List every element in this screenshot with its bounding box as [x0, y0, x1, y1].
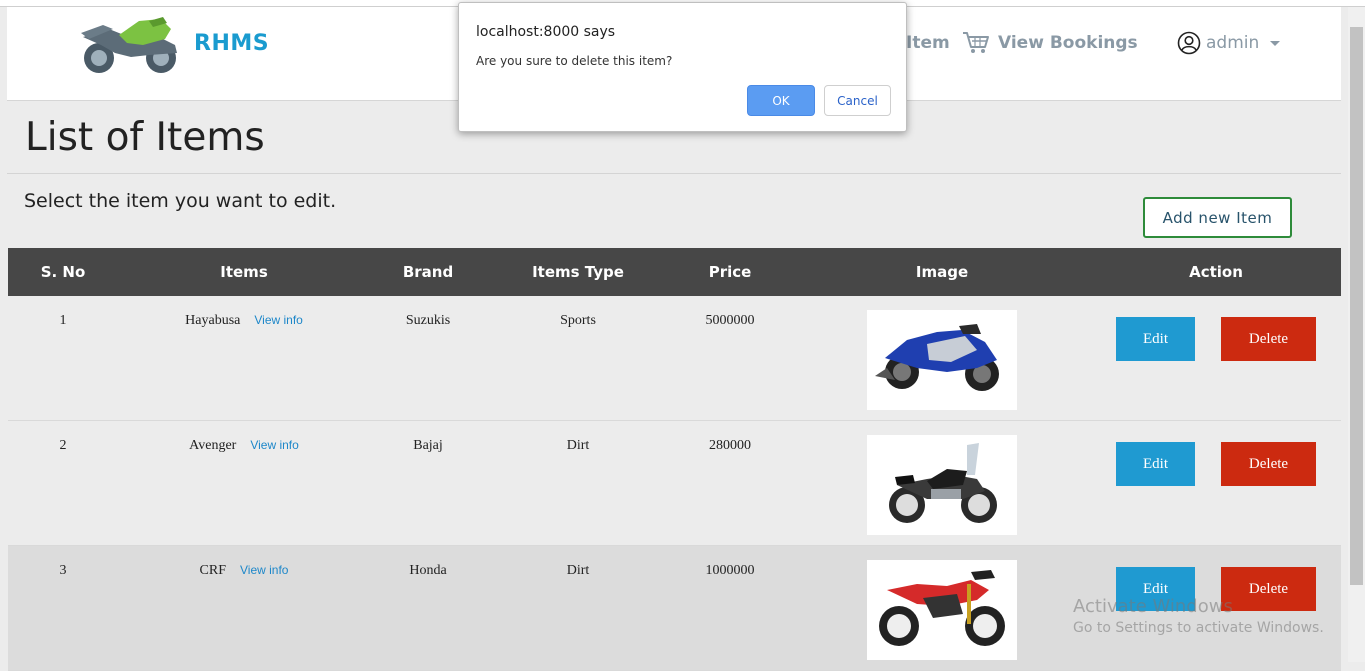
nav-item-partial[interactable]: Item [906, 33, 950, 53]
view-info-link[interactable]: View info [250, 438, 298, 452]
item-name: Avenger [189, 438, 237, 453]
brand-name[interactable]: RHMS [194, 31, 269, 56]
header-sno: S. No [40, 263, 86, 281]
cell-brand: Suzukis [405, 313, 451, 328]
windows-activation-watermark: Activate Windows Go to Settings to activ… [1073, 596, 1324, 636]
cell-brand: Honda [409, 563, 447, 578]
cell-price: 1000000 [705, 563, 755, 578]
cell-type: Dirt [566, 563, 590, 578]
header-items: Items [220, 263, 268, 281]
cell-item: Hayabusa View info [185, 313, 303, 329]
cell-brand: Bajaj [413, 438, 443, 453]
view-info-link[interactable]: View info [240, 563, 288, 577]
watermark-line1: Activate Windows [1073, 596, 1233, 617]
item-name: Hayabusa [185, 313, 241, 328]
header-price: Price [708, 263, 752, 281]
user-icon [1177, 31, 1201, 55]
delete-button[interactable]: Delete [1221, 317, 1316, 361]
cell-item: CRF View info [200, 563, 289, 579]
cart-icon [963, 32, 989, 53]
header-items-type: Items Type [532, 263, 624, 281]
scrollbar-thumb[interactable] [1350, 27, 1363, 585]
delete-button[interactable]: Delete [1221, 442, 1316, 486]
cell-sno: 1 [59, 313, 67, 328]
cell-price: 5000000 [705, 313, 755, 328]
cell-sno: 3 [59, 563, 67, 578]
cell-type: Sports [560, 313, 596, 328]
nav-view-bookings[interactable]: View Bookings [962, 31, 1138, 55]
divider [7, 173, 1341, 174]
user-name: admin [1206, 33, 1260, 53]
header-image: Image [915, 263, 969, 281]
user-menu[interactable]: admin [1177, 31, 1281, 55]
cell-item: Avenger View info [189, 438, 299, 454]
page-subtitle: Select the item you want to edit. [24, 190, 337, 212]
motorcycle-image [867, 310, 1017, 410]
header-action: Action [1189, 263, 1243, 281]
page-title: List of Items [25, 115, 265, 160]
cell-price: 280000 [709, 438, 751, 453]
cancel-button[interactable]: Cancel [824, 85, 891, 116]
watermark-line2: Go to Settings to activate Windows. [1073, 620, 1324, 636]
table-header: S. No Items Brand Items Type Price Image… [8, 248, 1341, 296]
add-new-item-button[interactable]: Add new Item [1143, 197, 1292, 238]
vertical-scrollbar[interactable] [1348, 7, 1365, 662]
ok-button[interactable]: OK [747, 85, 815, 116]
dialog-title: localhost:8000 says [476, 24, 616, 40]
cell-type: Dirt [566, 438, 590, 453]
view-bookings-label: View Bookings [998, 33, 1138, 53]
cell-sno: 2 [59, 438, 67, 453]
dialog-message: Are you sure to delete this item? [476, 54, 673, 68]
motorcycle-image [867, 435, 1017, 535]
confirm-dialog: localhost:8000 says Are you sure to dele… [458, 2, 907, 132]
header-brand: Brand [402, 263, 454, 281]
chevron-down-icon [1270, 40, 1281, 46]
table-row: 2 Avenger View info Bajaj Dirt 280000 Edi… [8, 421, 1341, 546]
item-name: CRF [199, 563, 226, 578]
motorcycle-image [867, 560, 1017, 660]
view-info-link[interactable]: View info [254, 313, 302, 327]
table-row: 1 Hayabusa View info Suzukis Sports 50000… [8, 296, 1341, 421]
edit-button[interactable]: Edit [1116, 442, 1195, 486]
edit-button[interactable]: Edit [1116, 317, 1195, 361]
motorcycle-logo-icon[interactable] [79, 15, 183, 75]
